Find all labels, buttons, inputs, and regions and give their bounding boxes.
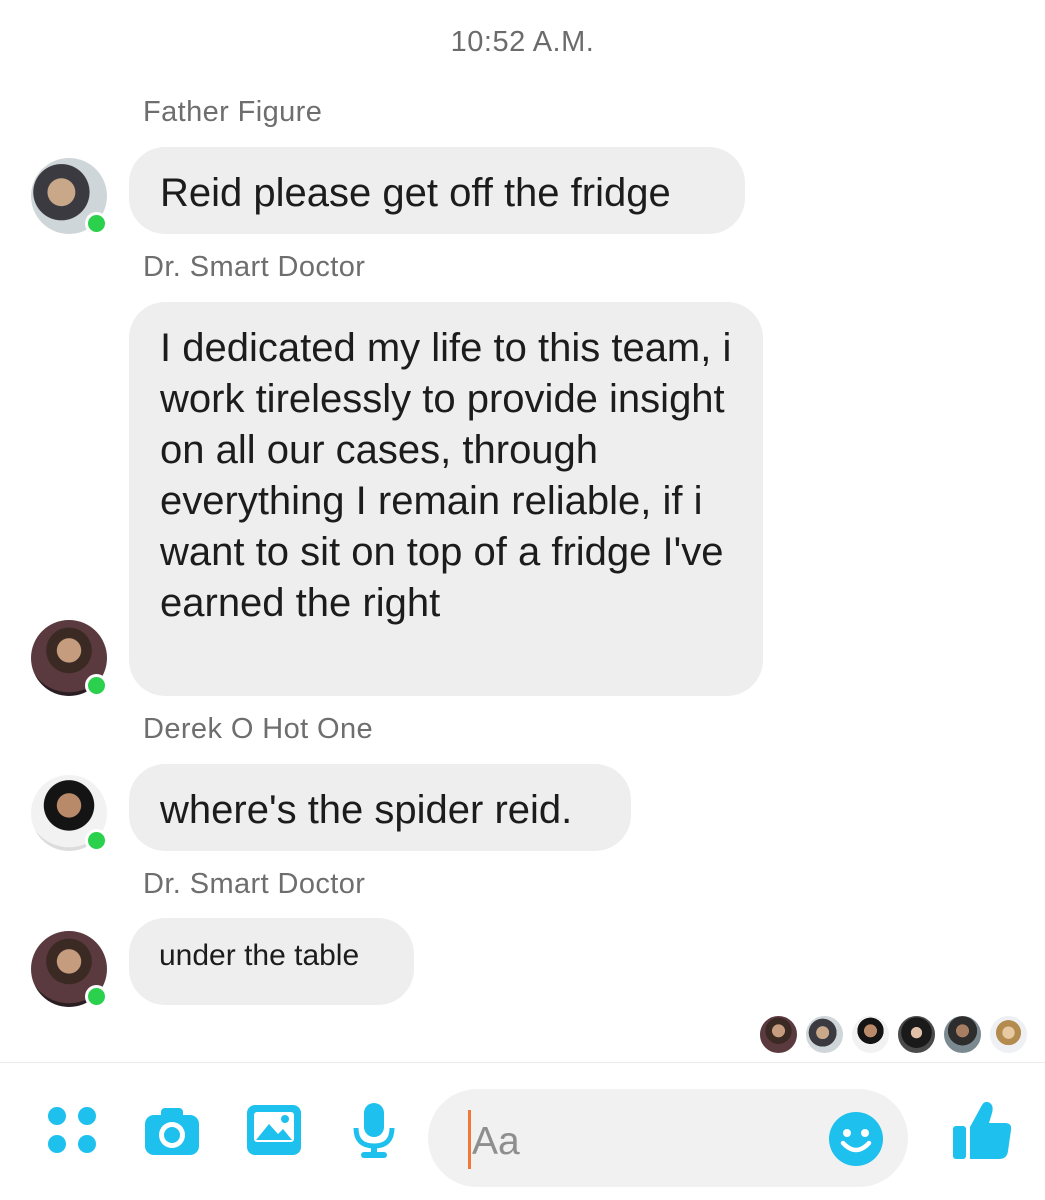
read-receipt-avatar bbox=[942, 1014, 983, 1055]
message-text: I dedicated my life to this team, i work… bbox=[160, 326, 732, 625]
gallery-icon[interactable] bbox=[245, 1101, 303, 1159]
sender-name: Derek O Hot One bbox=[143, 713, 374, 745]
read-receipt-avatar bbox=[850, 1014, 891, 1055]
read-receipt-avatar bbox=[988, 1014, 1029, 1055]
sender-name: Dr. Smart Doctor bbox=[143, 251, 366, 283]
read-receipt-avatar bbox=[758, 1014, 799, 1055]
message-bubble[interactable]: I dedicated my life to this team, i work… bbox=[129, 302, 763, 696]
thumbs-up-icon[interactable] bbox=[951, 1099, 1013, 1161]
avatar[interactable] bbox=[31, 620, 108, 697]
sender-name: Dr. Smart Doctor bbox=[143, 868, 366, 900]
apps-icon[interactable] bbox=[43, 1101, 101, 1159]
read-receipt-avatar bbox=[896, 1014, 937, 1055]
message-bubble[interactable]: Reid please get off the fridge bbox=[129, 147, 745, 234]
avatar[interactable] bbox=[31, 931, 108, 1008]
message-text: under the table bbox=[159, 939, 360, 972]
message-input[interactable]: Aa bbox=[428, 1089, 908, 1187]
camera-icon[interactable] bbox=[143, 1101, 201, 1159]
input-placeholder: Aa bbox=[472, 1120, 520, 1163]
avatar[interactable] bbox=[31, 775, 108, 852]
message-text: where's the spider reid. bbox=[160, 788, 573, 832]
emoji-icon[interactable] bbox=[828, 1111, 884, 1167]
message-composer: Aa bbox=[0, 1063, 1045, 1200]
message-bubble[interactable]: under the table bbox=[129, 918, 414, 1005]
timestamp: 10:52 A.M. bbox=[450, 26, 595, 58]
sender-name: Father Figure bbox=[143, 96, 323, 128]
microphone-icon[interactable] bbox=[345, 1101, 403, 1159]
online-indicator bbox=[85, 985, 108, 1008]
message-bubble[interactable]: where's the spider reid. bbox=[129, 764, 631, 851]
online-indicator bbox=[85, 829, 108, 852]
text-cursor bbox=[468, 1110, 471, 1169]
message-text: Reid please get off the fridge bbox=[160, 171, 671, 215]
avatar[interactable] bbox=[31, 158, 108, 235]
read-receipts[interactable] bbox=[758, 1014, 1029, 1056]
online-indicator bbox=[85, 212, 108, 235]
online-indicator bbox=[85, 674, 108, 697]
read-receipt-avatar bbox=[804, 1014, 845, 1055]
